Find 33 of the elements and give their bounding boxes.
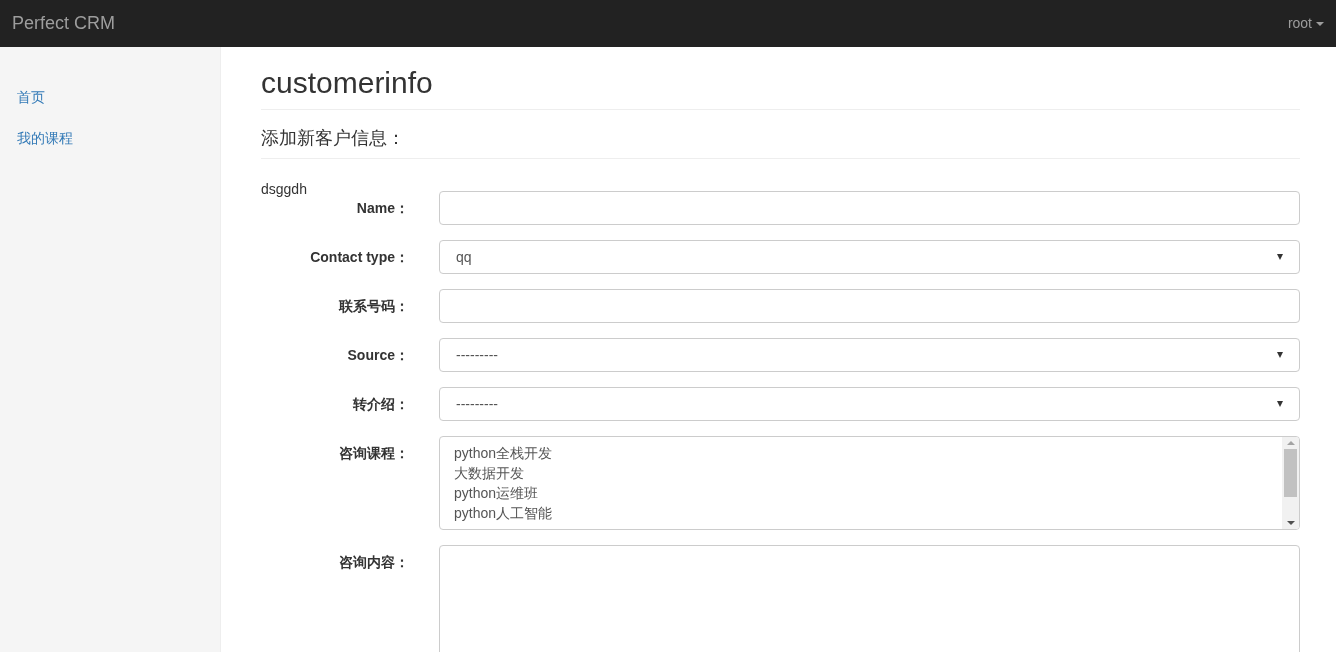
list-option[interactable]: python全栈开发: [454, 443, 1268, 463]
field-label: 咨询课程：: [338, 444, 409, 463]
select-field[interactable]: ---------: [439, 387, 1300, 421]
input-field[interactable]: [439, 191, 1300, 225]
scroll-down-icon[interactable]: [1286, 521, 1295, 525]
page-title: customerinfo: [261, 65, 434, 101]
list-option[interactable]: python运维班: [454, 483, 1268, 503]
dropdown-arrow-icon: [1277, 352, 1283, 358]
user-menu[interactable]: root: [1287, 13, 1324, 34]
list-option[interactable]: 大数据开发: [454, 463, 1268, 483]
section-subtitle: 添加新客户信息：: [261, 127, 406, 150]
field-label: Name：: [355, 199, 409, 218]
dropdown-arrow-icon: [1277, 254, 1283, 260]
brand-link[interactable]: Perfect CRM: [12, 10, 116, 37]
multi-select-list[interactable]: python全栈开发 大数据开发 python运维班 python人工智能: [439, 436, 1300, 530]
field-label: Source：: [346, 346, 409, 365]
sidebar-link[interactable]: 首页: [0, 77, 220, 118]
sidebar-link[interactable]: 我的课程: [0, 118, 220, 159]
field-label: 联系号码：: [337, 297, 409, 316]
scrollbar[interactable]: [1282, 437, 1299, 529]
text-area[interactable]: [439, 545, 1300, 652]
select-field[interactable]: qq: [439, 240, 1300, 274]
list-option[interactable]: python人工智能: [454, 503, 1268, 523]
scroll-up-icon[interactable]: [1286, 441, 1295, 445]
field-label: 转介绍：: [352, 395, 409, 414]
field-label: Contact type：: [309, 248, 409, 267]
select-field[interactable]: ---------: [439, 338, 1300, 372]
note-text: dsggdh: [261, 180, 308, 199]
dropdown-arrow-icon: [1277, 401, 1283, 407]
caret-icon: [1316, 21, 1324, 26]
input-field[interactable]: [439, 289, 1300, 323]
scrollbar-thumb[interactable]: [1284, 449, 1297, 497]
field-label: 咨询内容：: [338, 553, 409, 572]
